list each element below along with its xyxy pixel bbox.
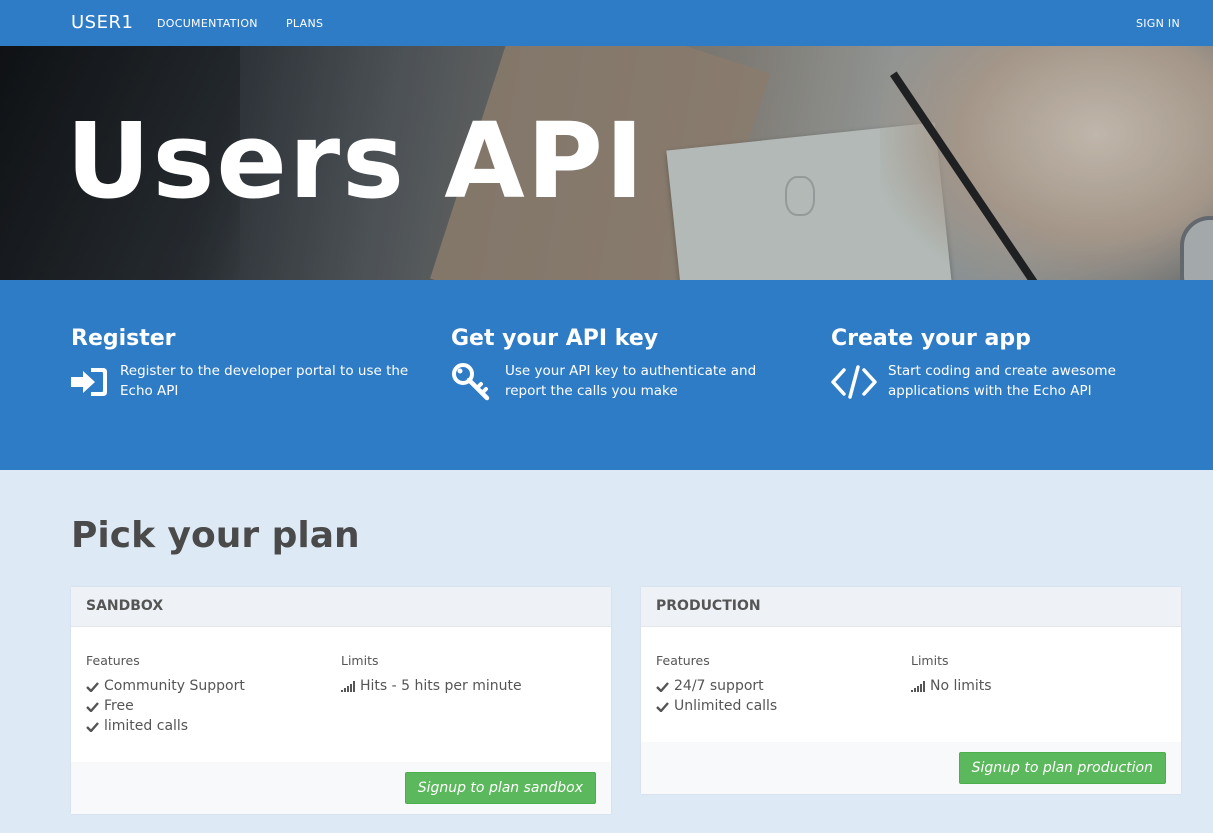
- feature-create-app: Create your app Start coding and create …: [831, 326, 1181, 402]
- nav-documentation[interactable]: DOCUMENTATION: [157, 17, 258, 30]
- check-icon: [86, 681, 99, 692]
- feature-item: 24/7 support: [656, 676, 911, 696]
- plans-section: Pick your plan SANDBOX Features Communit…: [0, 470, 1213, 833]
- plan-card-sandbox: SANDBOX Features Community Support Free …: [71, 587, 611, 814]
- features-label: Features: [656, 653, 710, 668]
- plan-card-production: PRODUCTION Features 24/7 support Unlimit…: [641, 587, 1181, 794]
- limit-item-label: Hits - 5 hits per minute: [360, 678, 522, 694]
- limit-item-label: No limits: [930, 678, 992, 694]
- features-label: Features: [86, 653, 140, 668]
- feature-item: Free: [86, 696, 341, 716]
- feature-item: limited calls: [86, 716, 341, 736]
- limit-item: No limits: [911, 676, 1166, 696]
- key-icon: [452, 363, 490, 401]
- feature-title: Create your app: [831, 326, 1031, 351]
- plan-name: SANDBOX: [71, 587, 611, 627]
- check-icon: [656, 681, 669, 692]
- feature-api-key: Get your API key Use your API key to aut…: [451, 326, 801, 402]
- feature-description: Start coding and create awesome applicat…: [888, 363, 1116, 399]
- plan-body: Features 24/7 support Unlimited calls Li…: [641, 627, 1181, 742]
- limits-label: Limits: [911, 653, 949, 668]
- nav-plans[interactable]: PLANS: [286, 17, 323, 30]
- limit-item: Hits - 5 hits per minute: [341, 676, 596, 696]
- signup-production-button[interactable]: Signup to plan production: [958, 752, 1166, 784]
- hero-title: Users API: [66, 100, 646, 222]
- check-icon: [86, 701, 99, 712]
- features-band: Register Register to the developer porta…: [0, 280, 1213, 470]
- sign-in-icon: [71, 368, 107, 396]
- plan-name: PRODUCTION: [641, 587, 1181, 627]
- feature-item-label: 24/7 support: [674, 678, 764, 694]
- feature-item-label: Community Support: [104, 678, 245, 694]
- plan-features-column: Features Community Support Free limited …: [86, 653, 341, 748]
- feature-title: Get your API key: [451, 326, 659, 351]
- plan-footer: Signup to plan sandbox: [71, 762, 611, 814]
- feature-register: Register Register to the developer porta…: [71, 326, 421, 402]
- sign-in-link[interactable]: SIGN IN: [1136, 17, 1180, 30]
- limits-label: Limits: [341, 653, 379, 668]
- feature-item: Unlimited calls: [656, 696, 911, 716]
- plan-limits-column: Limits No limits: [911, 653, 1166, 728]
- signup-sandbox-button[interactable]: Signup to plan sandbox: [404, 772, 596, 804]
- plans-title: Pick your plan: [71, 515, 360, 556]
- feature-item-label: Free: [104, 698, 134, 714]
- plan-limits-column: Limits Hits - 5 hits per minute: [341, 653, 596, 748]
- feature-description: Use your API key to authenticate and rep…: [505, 363, 757, 399]
- signal-bars-icon: [911, 680, 925, 692]
- hero-banner: Users API: [0, 46, 1213, 280]
- plan-footer: Signup to plan production: [641, 742, 1181, 794]
- feature-item-label: Unlimited calls: [674, 698, 778, 714]
- top-navbar: USER1 DOCUMENTATION PLANS SIGN IN: [0, 0, 1213, 46]
- feature-item-label: limited calls: [104, 718, 189, 734]
- signal-bars-icon: [341, 680, 355, 692]
- feature-title: Register: [71, 326, 176, 351]
- brand-logo[interactable]: USER1: [71, 12, 133, 33]
- feature-item: Community Support: [86, 676, 341, 696]
- feature-description: Register to the developer portal to use …: [120, 363, 409, 399]
- check-icon: [86, 721, 99, 732]
- plan-features-column: Features 24/7 support Unlimited calls: [656, 653, 911, 728]
- plan-body: Features Community Support Free limited …: [71, 627, 611, 762]
- code-icon: [831, 365, 877, 399]
- check-icon: [656, 701, 669, 712]
